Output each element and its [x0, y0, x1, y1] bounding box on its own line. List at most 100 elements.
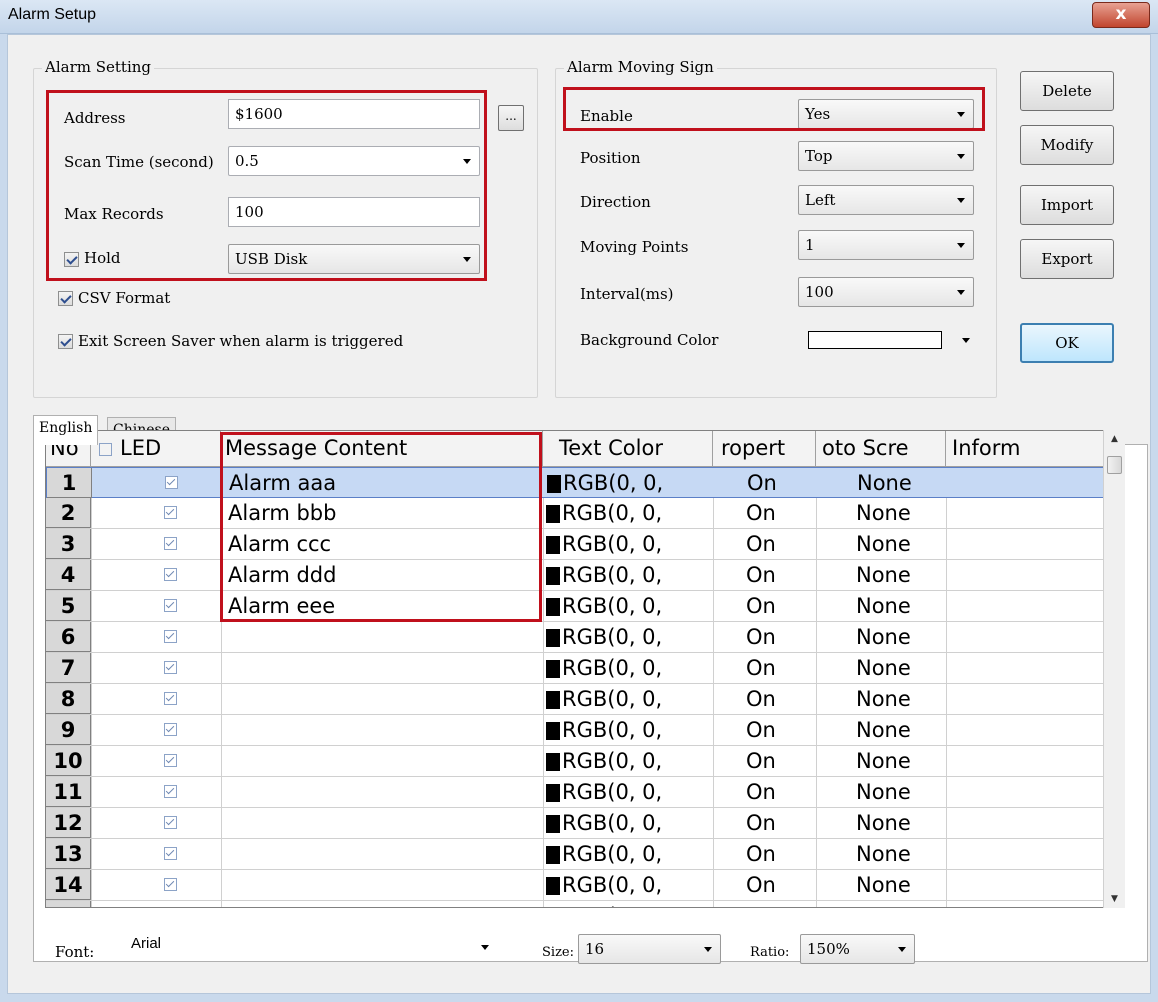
table-row[interactable]: 15 RGB(0, 0 On None: [46, 901, 1104, 907]
text-color-cell[interactable]: RGB(0, 0,: [546, 808, 711, 838]
goto-screen-cell[interactable]: None: [856, 622, 944, 652]
message-content-cell[interactable]: [228, 901, 538, 907]
address-browse-button[interactable]: ...: [498, 105, 524, 131]
table-row[interactable]: 6 RGB(0, 0, On None: [46, 622, 1104, 653]
column-header-message-content[interactable]: Message Content: [221, 431, 543, 467]
goto-screen-cell[interactable]: None: [856, 560, 944, 590]
text-color-cell[interactable]: RGB(0, 0: [546, 901, 711, 907]
column-header-information[interactable]: Inform: [946, 431, 1111, 467]
text-color-cell[interactable]: RGB(0, 0,: [547, 468, 712, 498]
delete-button[interactable]: Delete: [1020, 71, 1114, 111]
column-header-text-color[interactable]: Text Color: [543, 431, 713, 467]
led-checkbox[interactable]: [164, 785, 177, 798]
text-color-cell[interactable]: RGB(0, 0,: [546, 560, 711, 590]
text-color-cell[interactable]: RGB(0, 0,: [546, 653, 711, 683]
property-cell[interactable]: On: [746, 746, 811, 776]
goto-screen-cell[interactable]: None: [856, 684, 944, 714]
property-cell[interactable]: On: [746, 839, 811, 869]
text-color-cell[interactable]: RGB(0, 0,: [546, 529, 711, 559]
import-button[interactable]: Import: [1020, 185, 1114, 225]
ok-button[interactable]: OK: [1020, 323, 1114, 363]
font-select[interactable]: Arial: [125, 930, 497, 964]
property-cell[interactable]: On: [746, 653, 811, 683]
goto-screen-cell[interactable]: None: [856, 498, 944, 528]
goto-screen-cell[interactable]: None: [856, 808, 944, 838]
goto-screen-cell[interactable]: None: [856, 529, 944, 559]
message-content-cell[interactable]: [228, 808, 538, 838]
property-cell[interactable]: On: [746, 560, 811, 590]
table-row[interactable]: 8 RGB(0, 0, On None: [46, 684, 1104, 715]
export-button[interactable]: Export: [1020, 239, 1114, 279]
text-color-cell[interactable]: RGB(0, 0,: [546, 715, 711, 745]
led-checkbox[interactable]: [164, 878, 177, 891]
csv-format-checkbox[interactable]: [58, 291, 73, 306]
scroll-thumb[interactable]: [1107, 456, 1122, 474]
scroll-down-icon[interactable]: ▼: [1104, 890, 1125, 908]
enable-select[interactable]: Yes: [798, 99, 974, 129]
table-row[interactable]: 4 Alarm ddd RGB(0, 0, On None: [46, 560, 1104, 591]
message-content-cell[interactable]: [228, 746, 538, 776]
address-input[interactable]: $1600: [228, 99, 480, 129]
property-cell[interactable]: On: [746, 591, 811, 621]
direction-select[interactable]: Left: [798, 185, 974, 215]
table-row[interactable]: 12 RGB(0, 0, On None: [46, 808, 1104, 839]
scroll-up-icon[interactable]: ▲: [1104, 430, 1125, 448]
table-row[interactable]: 14 RGB(0, 0, On None: [46, 870, 1104, 901]
message-content-cell[interactable]: [228, 622, 538, 652]
message-content-cell[interactable]: Alarm ddd: [228, 560, 538, 590]
table-row[interactable]: 9 RGB(0, 0, On None: [46, 715, 1104, 746]
tab-english[interactable]: English: [33, 415, 99, 445]
message-content-cell[interactable]: [228, 870, 538, 900]
column-header-led[interactable]: LED: [91, 431, 221, 467]
interval-select[interactable]: 100: [798, 277, 974, 307]
property-cell[interactable]: On: [746, 777, 811, 807]
table-row[interactable]: 11 RGB(0, 0, On None: [46, 777, 1104, 808]
text-color-cell[interactable]: RGB(0, 0,: [546, 591, 711, 621]
property-cell[interactable]: On: [746, 808, 811, 838]
message-content-cell[interactable]: [228, 684, 538, 714]
property-cell[interactable]: On: [746, 684, 811, 714]
goto-screen-cell[interactable]: None: [856, 777, 944, 807]
table-row[interactable]: 2 Alarm bbb RGB(0, 0, On None: [46, 498, 1104, 529]
modify-button[interactable]: Modify: [1020, 125, 1114, 165]
property-cell[interactable]: On: [746, 498, 811, 528]
message-content-cell[interactable]: Alarm eee: [228, 591, 538, 621]
goto-screen-cell[interactable]: None: [856, 839, 944, 869]
table-row[interactable]: 7 RGB(0, 0, On None: [46, 653, 1104, 684]
message-content-cell[interactable]: [228, 715, 538, 745]
table-row[interactable]: 3 Alarm ccc RGB(0, 0, On None: [46, 529, 1104, 560]
property-cell[interactable]: On: [746, 622, 811, 652]
goto-screen-cell[interactable]: None: [856, 870, 944, 900]
property-cell[interactable]: On: [746, 715, 811, 745]
led-checkbox[interactable]: [164, 537, 177, 550]
message-content-cell[interactable]: [228, 839, 538, 869]
text-color-cell[interactable]: RGB(0, 0,: [546, 746, 711, 776]
led-checkbox[interactable]: [164, 754, 177, 767]
exit-screen-saver-checkbox[interactable]: [58, 334, 73, 349]
goto-screen-cell[interactable]: None: [856, 715, 944, 745]
ratio-select[interactable]: 150%: [800, 934, 915, 964]
table-row[interactable]: 10 RGB(0, 0, On None: [46, 746, 1104, 777]
text-color-cell[interactable]: RGB(0, 0,: [546, 839, 711, 869]
text-color-cell[interactable]: RGB(0, 0,: [546, 684, 711, 714]
vertical-scrollbar[interactable]: ▲ ▼: [1103, 430, 1125, 908]
goto-screen-cell[interactable]: None: [856, 653, 944, 683]
message-content-cell[interactable]: [228, 777, 538, 807]
text-color-cell[interactable]: RGB(0, 0,: [546, 777, 711, 807]
text-color-cell[interactable]: RGB(0, 0,: [546, 498, 711, 528]
hold-device-select[interactable]: USB Disk: [228, 244, 480, 274]
hold-checkbox[interactable]: [64, 252, 79, 267]
scan-time-select[interactable]: 0.5: [228, 146, 480, 176]
led-checkbox[interactable]: [164, 630, 177, 643]
message-content-cell[interactable]: Alarm aaa: [229, 468, 539, 498]
led-checkbox[interactable]: [164, 568, 177, 581]
background-color-picker[interactable]: [798, 325, 974, 355]
property-cell[interactable]: On: [746, 870, 811, 900]
column-header-property[interactable]: ropert: [713, 431, 816, 467]
close-button[interactable]: x: [1092, 2, 1150, 28]
size-select[interactable]: 16: [578, 934, 721, 964]
led-checkbox[interactable]: [164, 692, 177, 705]
moving-points-select[interactable]: 1: [798, 230, 974, 260]
goto-screen-cell[interactable]: None: [856, 591, 944, 621]
table-row[interactable]: 13 RGB(0, 0, On None: [46, 839, 1104, 870]
